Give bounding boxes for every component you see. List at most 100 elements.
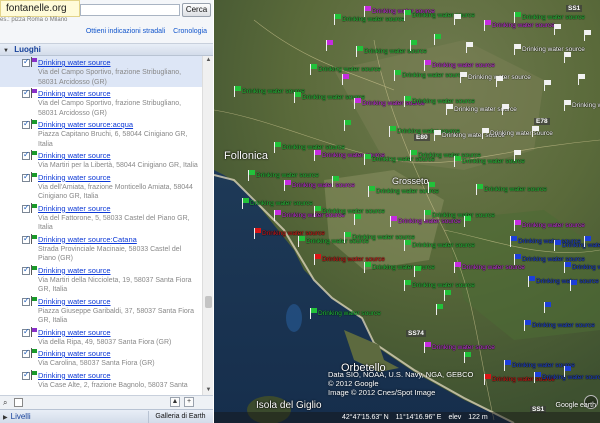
water-source-marker-icon[interactable] [454, 156, 461, 167]
water-source-marker-icon[interactable] [454, 14, 461, 25]
water-source-marker-icon[interactable] [502, 104, 509, 115]
place-title-link[interactable]: Drinking water source:acqua [38, 120, 200, 130]
map-view[interactable]: Follonica Grosseto Orbetello Isola del G… [214, 0, 600, 423]
place-title-link[interactable]: Drinking water source [38, 58, 200, 68]
water-source-marker-icon[interactable] [404, 280, 411, 291]
list-item[interactable]: Drinking water sourceVia del Campo Sport… [0, 87, 202, 118]
water-source-marker-icon[interactable] [284, 180, 291, 191]
scroll-up-icon[interactable]: ▲ [204, 56, 213, 65]
marker-label[interactable]: Drinking water source [462, 264, 525, 271]
water-source-marker-icon[interactable] [514, 220, 521, 231]
water-source-marker-icon[interactable] [464, 352, 471, 363]
water-source-marker-icon[interactable] [414, 266, 421, 277]
list-item[interactable]: Drinking water source:CatanaStrada Provi… [0, 233, 202, 264]
water-source-marker-icon[interactable] [532, 126, 539, 137]
water-source-marker-icon[interactable] [514, 44, 521, 55]
directions-link[interactable]: Ottieni indicazioni stradali [86, 28, 165, 35]
water-source-marker-icon[interactable] [484, 374, 491, 385]
water-source-marker-icon[interactable] [534, 372, 541, 383]
marker-label[interactable]: Drinking water source [536, 278, 599, 285]
place-title-link[interactable]: Drinking water source [38, 349, 200, 359]
water-source-marker-icon[interactable] [389, 126, 396, 137]
water-source-marker-icon[interactable] [332, 176, 339, 187]
marker-label[interactable]: Drinking water source [412, 282, 475, 289]
list-item[interactable]: Drinking water sourceVia del Campo Sport… [0, 56, 202, 87]
marker-label[interactable]: Drinking water source [364, 48, 427, 55]
marker-label[interactable]: Drinking water source [532, 322, 595, 329]
water-source-marker-icon[interactable] [424, 342, 431, 353]
water-source-marker-icon[interactable] [544, 302, 551, 313]
water-source-marker-icon[interactable] [354, 98, 361, 109]
place-title-link[interactable]: Drinking water source [38, 328, 200, 338]
place-title-link[interactable]: Drinking water source [38, 371, 200, 381]
list-item[interactable]: Drinking water sourceVia dell'Amiata, fr… [0, 171, 202, 202]
marker-label[interactable]: Drinking water source [484, 186, 547, 193]
history-link[interactable]: Cronologia [173, 28, 207, 35]
marker-label[interactable]: Drinking water source [572, 102, 600, 109]
visibility-checkbox[interactable] [22, 296, 30, 306]
visibility-checkbox[interactable] [22, 265, 30, 275]
marker-label[interactable]: Drinking water source [490, 130, 553, 137]
list-item[interactable]: Drinking water sourceVia Case Alte, 2, f… [0, 369, 202, 391]
water-source-marker-icon[interactable] [504, 360, 511, 371]
water-source-marker-icon[interactable] [248, 170, 255, 181]
place-title-link[interactable]: Drinking water source:Catana [38, 235, 200, 245]
water-source-marker-icon[interactable] [364, 6, 371, 17]
water-source-marker-icon[interactable] [310, 64, 317, 75]
visibility-checkbox[interactable] [22, 348, 30, 358]
water-source-marker-icon[interactable] [314, 254, 321, 265]
water-source-marker-icon[interactable] [254, 228, 261, 239]
water-source-marker-icon[interactable] [514, 254, 521, 265]
water-source-marker-icon[interactable] [354, 214, 361, 225]
list-scrollbar[interactable]: ▲ ▼ [202, 56, 213, 395]
water-source-marker-icon[interactable] [364, 154, 371, 165]
water-source-marker-icon[interactable] [528, 276, 535, 287]
water-source-marker-icon[interactable] [484, 20, 491, 31]
water-source-marker-icon[interactable] [434, 34, 441, 45]
list-item[interactable]: Drinking water sourceVia del Fattorone, … [0, 202, 202, 233]
list-item[interactable]: Drinking water source:acquaPiazza Capita… [0, 118, 202, 149]
water-source-marker-icon[interactable] [326, 40, 333, 51]
water-source-marker-icon[interactable] [476, 184, 483, 195]
earth-gallery-button[interactable]: Galleria di Earth [148, 411, 212, 423]
visibility-checkbox[interactable] [22, 150, 30, 160]
water-source-marker-icon[interactable] [314, 206, 321, 217]
marker-label[interactable]: Drinking water source [492, 22, 555, 29]
water-source-marker-icon[interactable] [344, 232, 351, 243]
move-up-icon[interactable]: ▲ [170, 397, 180, 407]
list-item[interactable]: Drinking water sourceVia Martiri della N… [0, 264, 202, 295]
water-source-marker-icon[interactable] [334, 14, 341, 25]
visibility-checkbox[interactable] [22, 57, 30, 67]
add-icon[interactable]: + [184, 397, 194, 407]
marker-label[interactable]: Drinking water source [542, 374, 600, 381]
water-source-marker-icon[interactable] [356, 46, 363, 57]
marker-label[interactable]: Drinking water source [412, 12, 475, 19]
water-source-marker-icon[interactable] [410, 150, 417, 161]
water-source-marker-icon[interactable] [524, 320, 531, 331]
visibility-checkbox[interactable] [22, 370, 30, 380]
search-button[interactable]: Cerca [182, 3, 211, 17]
water-source-marker-icon[interactable] [410, 40, 417, 51]
water-source-marker-icon[interactable] [294, 92, 301, 103]
water-source-marker-icon[interactable] [404, 10, 411, 21]
water-source-marker-icon[interactable] [364, 262, 371, 273]
water-source-marker-icon[interactable] [464, 216, 471, 227]
place-title-link[interactable]: Drinking water source [38, 173, 200, 183]
water-source-marker-icon[interactable] [234, 86, 241, 97]
marker-label[interactable]: Drinking water source [522, 14, 585, 21]
water-source-marker-icon[interactable] [342, 74, 349, 85]
visibility-checkbox[interactable] [22, 119, 30, 129]
water-source-marker-icon[interactable] [510, 236, 517, 247]
water-source-marker-icon[interactable] [578, 74, 585, 85]
marker-label[interactable]: Drinking water source [432, 62, 495, 69]
marker-label[interactable]: Drinking water source [318, 66, 381, 73]
water-source-marker-icon[interactable] [404, 240, 411, 251]
marker-label[interactable]: Drinking water source [412, 242, 475, 249]
water-source-marker-icon[interactable] [298, 236, 305, 247]
search-input[interactable] [80, 4, 180, 16]
water-source-marker-icon[interactable] [274, 142, 281, 153]
layers-label[interactable]: ▶ Livelli [3, 412, 31, 421]
marker-label[interactable]: Drinking water source [342, 16, 405, 23]
water-source-marker-icon[interactable] [544, 80, 551, 91]
water-source-marker-icon[interactable] [310, 308, 317, 319]
